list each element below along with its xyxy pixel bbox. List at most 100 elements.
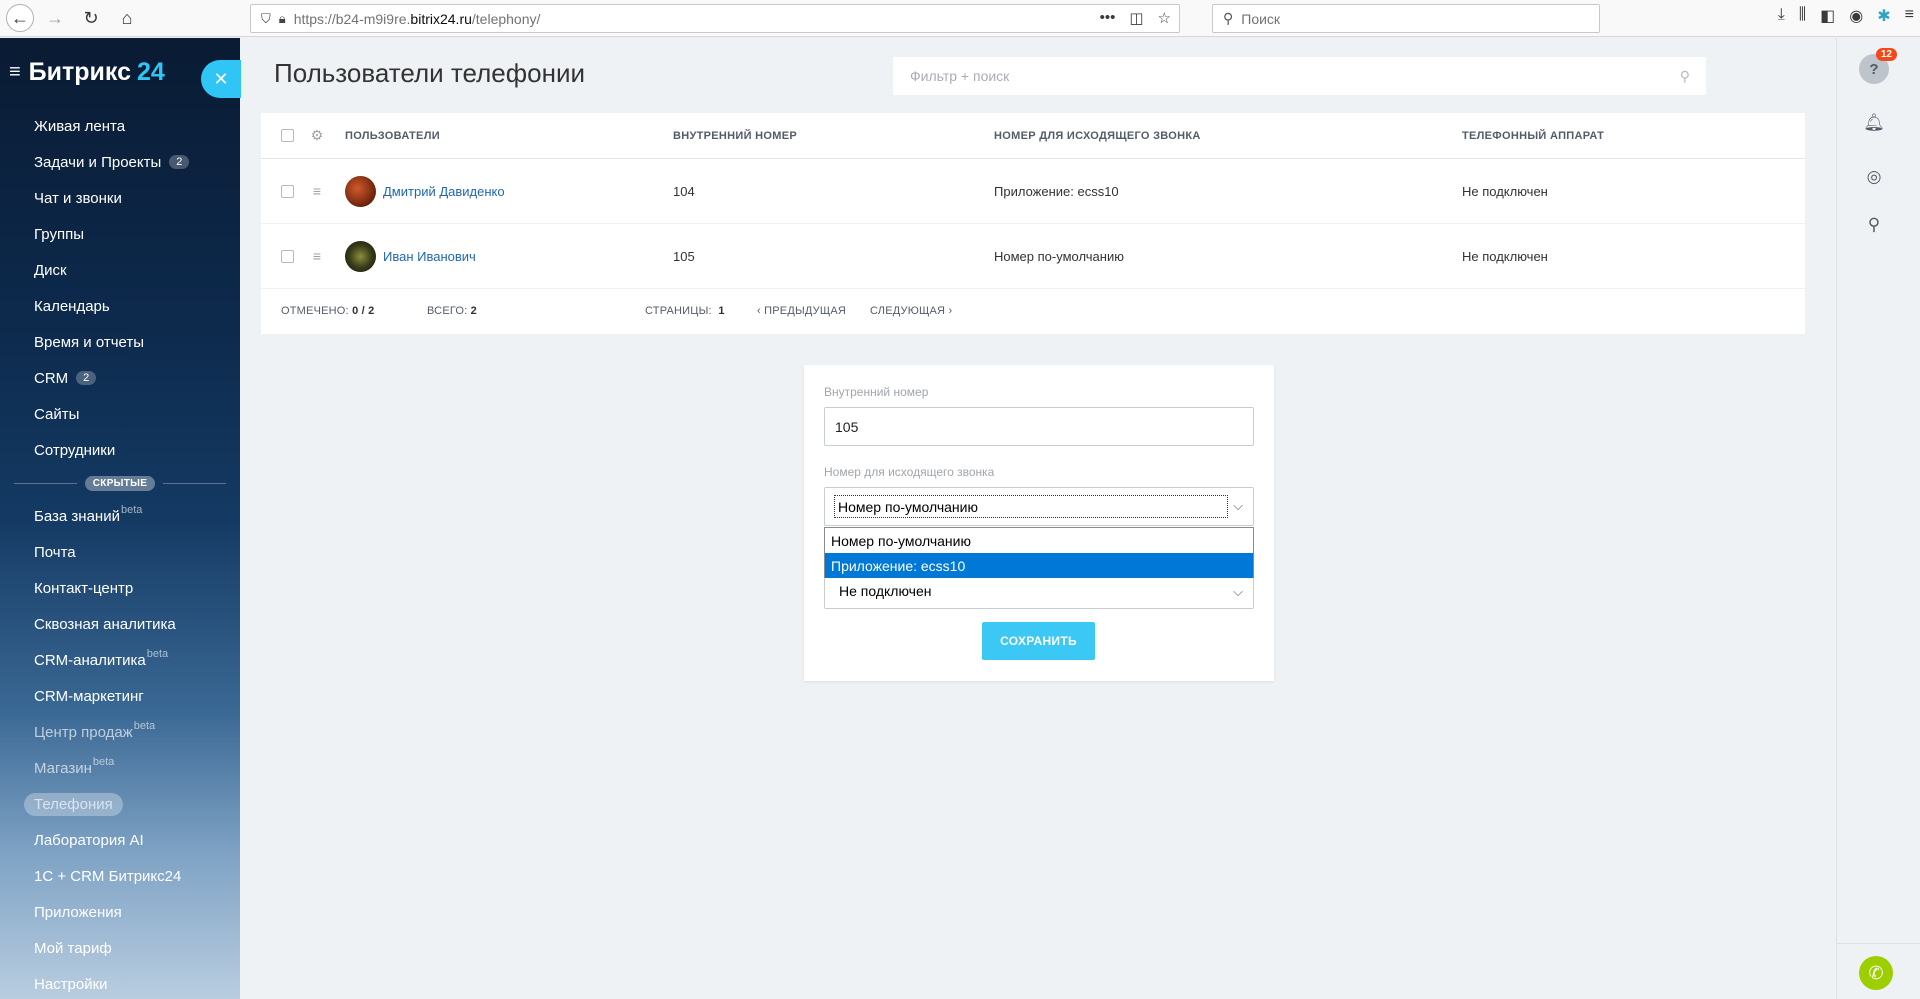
sidebar-item-label: CRM bbox=[34, 369, 69, 387]
hamburger-icon[interactable]: ≡ bbox=[9, 61, 21, 84]
sidebar-item-label: 1С + CRM Битрикс24 bbox=[34, 867, 182, 885]
page-title: Пользователи телефонии bbox=[274, 58, 586, 88]
sidebar-item-calendar[interactable]: Календарь bbox=[0, 288, 240, 324]
sidebar-item-label: Мой тариф bbox=[34, 939, 112, 957]
sidebar-item-sites[interactable]: Сайты bbox=[0, 396, 240, 432]
extension-icon[interactable]: ✱ bbox=[1877, 6, 1890, 26]
sidebar-item-shop[interactable]: Магазин beta bbox=[0, 750, 240, 786]
sidebar-item-employees[interactable]: Сотрудники bbox=[0, 432, 240, 468]
hidden-separator[interactable]: СКРЫТЫЕ bbox=[0, 468, 240, 498]
filter-search-input[interactable]: Фильтр + поиск ⚲ bbox=[893, 57, 1706, 95]
user-link[interactable]: Дмитрий Давиденко bbox=[383, 184, 505, 199]
chat-icon[interactable]: ◎ bbox=[1857, 160, 1891, 194]
bookmark-star-icon[interactable]: ☆ bbox=[1158, 9, 1171, 27]
table-row[interactable]: ≡ Иван Иванович 105 Номер по-умолчанию Н… bbox=[261, 224, 1805, 289]
prev-label: ПРЕДЫДУЩАЯ bbox=[764, 305, 847, 317]
download-icon[interactable]: ⤓ bbox=[1778, 6, 1785, 26]
sidebar-item-sales-center[interactable]: Центр продаж beta bbox=[0, 714, 240, 750]
row-checkbox[interactable] bbox=[280, 184, 294, 198]
forward-icon[interactable]: → bbox=[40, 3, 70, 33]
table-row[interactable]: ≡ Дмитрий Давиденко 104 Приложение: ecss… bbox=[261, 159, 1805, 224]
chevron-down-icon: ⌵ bbox=[1233, 584, 1243, 599]
internal-number-input[interactable]: 105 bbox=[824, 407, 1254, 446]
reload-icon[interactable]: ↻ bbox=[76, 3, 106, 33]
row-menu-icon[interactable]: ≡ bbox=[303, 183, 331, 199]
avatar bbox=[345, 240, 376, 272]
help-icon[interactable]: ? 12 bbox=[1859, 48, 1897, 84]
sidebar-item-groups[interactable]: Группы bbox=[0, 216, 240, 252]
sidebar-item-tasks[interactable]: Задачи и Проекты 2 bbox=[0, 144, 240, 180]
search-icon[interactable]: ⚲ bbox=[1680, 68, 1690, 85]
select-all-checkbox[interactable] bbox=[280, 129, 294, 142]
account-icon[interactable]: ◉ bbox=[1849, 6, 1863, 26]
sidebar-item-telephony[interactable]: Телефония bbox=[0, 786, 240, 822]
dropdown-option-default[interactable]: Номер по-умолчанию bbox=[825, 528, 1253, 553]
tracking-shield-icon[interactable]: ⛉ bbox=[261, 11, 271, 27]
url-prefix: https://b24-m9i9re. bbox=[293, 10, 411, 27]
sidebar-item-analytics[interactable]: Сквозная аналитика bbox=[0, 606, 240, 642]
url-bar[interactable]: ⛉ 🔒︎ https://b24-m9i9re. bitrix24.ru/tele… bbox=[250, 4, 1180, 33]
back-icon[interactable]: ← bbox=[6, 4, 34, 32]
sidebar-item-label: Группы bbox=[34, 225, 84, 243]
sidebar-item-crm-analytics[interactable]: CRM-аналитика beta bbox=[0, 642, 240, 678]
phone-call-button[interactable]: ✆ bbox=[1859, 956, 1893, 990]
sidebar-item-label: Диск bbox=[34, 261, 67, 279]
page-actions-icon[interactable]: ••• bbox=[1100, 9, 1116, 27]
column-device[interactable]: ТЕЛЕФОННЫЙ АППАРАТ bbox=[1462, 130, 1805, 142]
close-slider-button[interactable]: ✕ bbox=[201, 60, 241, 98]
divider bbox=[1837, 943, 1920, 944]
grid-footer: ОТМЕЧЕНО: 0 / 2 ВСЕГО: 2 СТРАНИЦЫ: 1 ‹ П… bbox=[261, 289, 1805, 333]
sidebar-item-label: Приложения bbox=[34, 903, 122, 921]
page-number[interactable]: 1 bbox=[718, 305, 724, 317]
sidebar-item-tariff[interactable]: Мой тариф bbox=[0, 930, 240, 966]
brand-logo[interactable]: ≡ Битрикс 24 bbox=[9, 58, 165, 87]
column-users[interactable]: ПОЛЬЗОВАТЕЛИ bbox=[331, 130, 673, 142]
lock-icon[interactable]: 🔒︎ bbox=[279, 11, 286, 27]
sidebar-item-ai-lab[interactable]: Лаборатория AI bbox=[0, 822, 240, 858]
sidebar-item-time[interactable]: Время и отчеты bbox=[0, 324, 240, 360]
pocket-icon[interactable]: ◫ bbox=[1129, 9, 1143, 27]
dropdown-option-app[interactable]: Приложение: ecss10 bbox=[825, 553, 1253, 578]
outgoing-number-select[interactable]: Номер по-умолчанию ⌵ bbox=[824, 487, 1254, 526]
user-link[interactable]: Иван Иванович bbox=[383, 249, 476, 264]
sidebar-item-disk[interactable]: Диск bbox=[0, 252, 240, 288]
row-menu-icon[interactable]: ≡ bbox=[303, 248, 331, 264]
sidebar-item-contact-center[interactable]: Контакт-центр bbox=[0, 570, 240, 606]
sidebar-item-label: Чат и звонки bbox=[34, 189, 122, 207]
sidebar-item-settings[interactable]: Настройки bbox=[0, 966, 240, 999]
cell-internal: 105 bbox=[673, 248, 695, 264]
sidebar-item-label: CRM-аналитика bbox=[34, 651, 146, 669]
sidebar-item-knowledge[interactable]: База знаний beta bbox=[0, 498, 240, 534]
home-icon[interactable]: ⌂ bbox=[112, 3, 142, 33]
search-icon[interactable]: ⚲ bbox=[1857, 208, 1891, 242]
column-outgoing[interactable]: НОМЕР ДЛЯ ИСХОДЯЩЕГО ЗВОНКА bbox=[994, 130, 1462, 142]
sidebar-item-crm[interactable]: CRM 2 bbox=[0, 360, 240, 396]
menu-icon[interactable]: ≡ bbox=[1905, 6, 1914, 26]
sidebar-item-label: Сайты bbox=[34, 405, 80, 423]
sidebar-item-1c-crm[interactable]: 1С + CRM Битрикс24 bbox=[0, 858, 240, 894]
next-page-button[interactable]: СЛЕДУЮЩАЯ › bbox=[870, 305, 952, 317]
sidebar-item-label: Настройки bbox=[34, 975, 108, 993]
counter-badge: 2 bbox=[76, 371, 97, 385]
sidebar-item-mail[interactable]: Почта bbox=[0, 534, 240, 570]
sidebar-item-apps[interactable]: Приложения bbox=[0, 894, 240, 930]
sidebar-item-label: Магазин bbox=[34, 759, 92, 777]
sidebar-toggle-icon[interactable]: ◧ bbox=[1820, 6, 1835, 26]
browser-search-input[interactable]: ⚲ Поиск bbox=[1212, 4, 1600, 33]
prev-page-button[interactable]: ‹ ПРЕДЫДУЩАЯ bbox=[757, 305, 870, 317]
sidebar-item-feed[interactable]: Живая лента bbox=[0, 108, 240, 144]
save-button[interactable]: СОХРАНИТЬ bbox=[982, 622, 1095, 660]
pages-label: СТРАНИЦЫ: bbox=[645, 305, 712, 317]
close-icon: ✕ bbox=[213, 68, 229, 89]
column-internal[interactable]: ВНУТРЕННИЙ НОМЕР bbox=[673, 130, 994, 142]
sidebar-item-crm-marketing[interactable]: CRM-маркетинг bbox=[0, 678, 240, 714]
sidebar-item-chat[interactable]: Чат и звонки bbox=[0, 180, 240, 216]
sidebar-item-label: Календарь bbox=[34, 297, 110, 315]
gear-icon[interactable]: ⚙ bbox=[303, 127, 331, 144]
bell-icon[interactable]: 🔔︎ bbox=[1857, 106, 1891, 140]
hidden-label: СКРЫТЫЕ bbox=[84, 475, 156, 491]
library-icon[interactable]: ⫼ bbox=[1799, 6, 1806, 26]
url-path: /telephony/ bbox=[471, 10, 541, 27]
row-checkbox[interactable] bbox=[280, 249, 294, 263]
total-label: ВСЕГО: bbox=[427, 305, 468, 317]
